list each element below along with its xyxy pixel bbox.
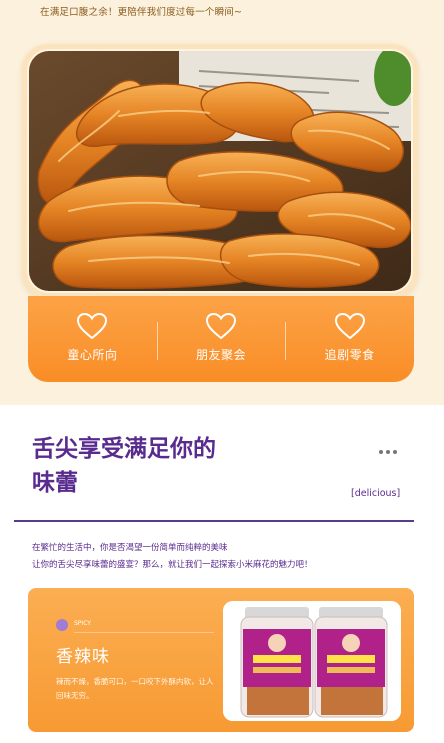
flavor-name: 香辣味 [56,647,110,667]
feature-label: 追剧零食 [324,348,375,362]
feature-item-3: 追剧零食 [285,296,414,382]
description-line1: 在繁忙的生活中，你是否渴望一份简单而纯粹的美味 [32,543,228,553]
section-description: 在繁忙的生活中，你是否渴望一份简单而纯粹的美味 让你的舌尖尽享味蕾的盛宴？那么，… [32,540,422,574]
section-title-line1: 舌尖享受满足你的 [32,436,216,462]
flavor-description: 辣而不燥，香脆可口，一口咬下外酥内软，让人回味无穷。 [56,677,214,700]
hero-section: 在满足口腹之余！更陪伴我们度过每一个瞬间~ 童心所向 朋友聚会 追剧零食 [0,0,444,405]
product-jar-image [223,601,401,721]
section-title-line2: 味蕾 [32,470,78,496]
feature-bar: 童心所向 朋友聚会 追剧零食 [28,296,414,382]
feature-item-2: 朋友聚会 [156,296,286,382]
heart-icon [76,312,108,340]
more-icon[interactable] [379,450,397,454]
flavor-divider [74,632,214,633]
description-line2: 让你的舌尖尽享味蕾的盛宴？那么，就让我们一起探索小米麻花的魅力吧！ [32,560,313,570]
product-card: SPICY 香辣味 辣而不燥，香脆可口，一口咬下外酥内软，让人回味无穷。 [28,588,414,732]
section-divider [14,520,414,522]
product-photo [27,49,413,293]
heart-icon [334,312,366,340]
feature-label: 朋友聚会 [196,348,247,362]
flavor-dot-icon [56,619,68,631]
feature-label: 童心所向 [67,348,118,362]
heart-icon [205,312,237,340]
flavor-small-label: SPICY [74,620,91,627]
section-title: 舌尖享受满足你的 味蕾 [32,432,282,500]
feature-item-1: 童心所向 [28,296,157,382]
hero-caption: 在满足口腹之余！更陪伴我们度过每一个瞬间~ [40,7,243,18]
english-tag: [delicious] [351,488,401,499]
